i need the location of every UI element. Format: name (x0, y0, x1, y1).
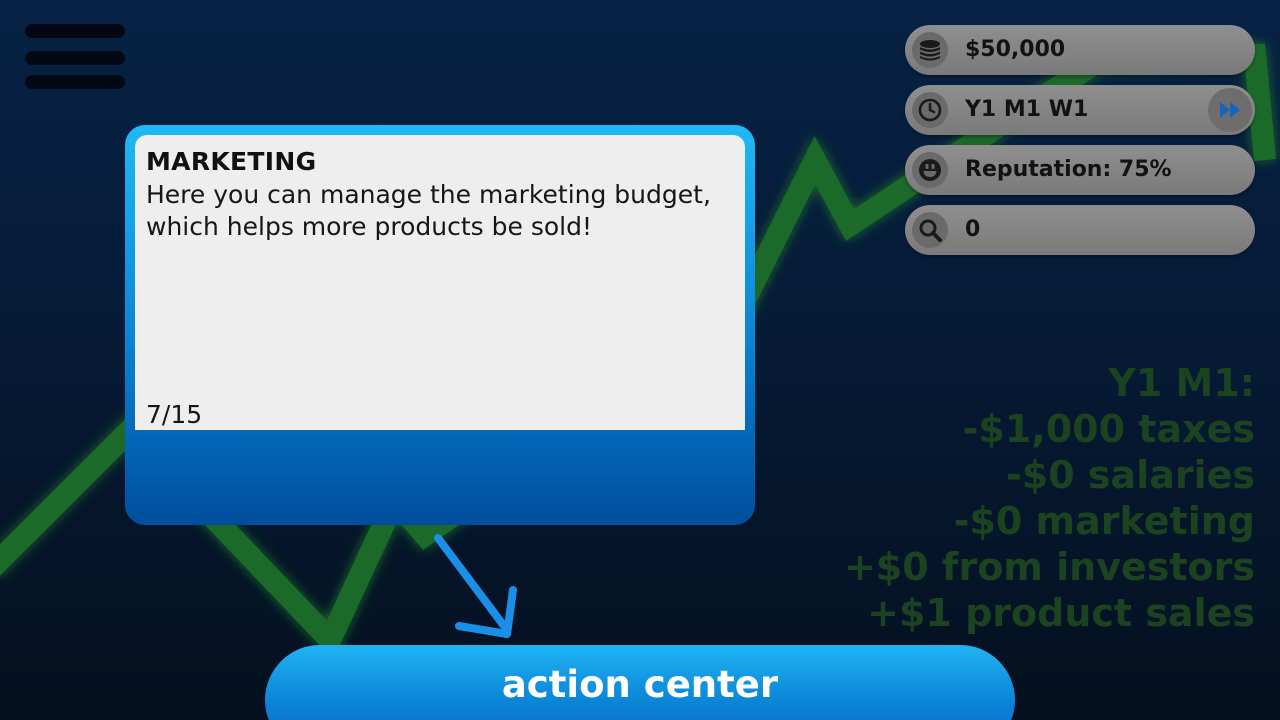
summary-line-marketing: -$0 marketing (953, 499, 1255, 543)
tutorial-title: MARKETING (146, 147, 317, 176)
tutorial-dialog[interactable]: MARKETING Here you can manage the market… (125, 125, 755, 525)
summary-line-salaries: -$0 salaries (1006, 453, 1255, 497)
clock-icon (912, 92, 948, 128)
summary-line-taxes: -$1,000 taxes (962, 407, 1255, 451)
summary-line-investors: +$0 from investors (843, 545, 1255, 589)
hamburger-bar (25, 75, 125, 89)
summary-line-product-sales: +$1 product sales (867, 591, 1255, 635)
action-center-label: action center (501, 663, 779, 706)
hamburger-icon (25, 24, 125, 38)
pointer-arrow-icon (434, 534, 517, 638)
date-value: Y1 M1 W1 (965, 97, 1089, 122)
fast-forward-button[interactable] (1208, 88, 1252, 132)
money-value: $50,000 (965, 37, 1066, 62)
tutorial-panel: MARKETING Here you can manage the market… (135, 135, 745, 430)
reputation-value: Reputation: 75% (965, 157, 1172, 182)
tutorial-step-counter: 7/15 (146, 400, 203, 429)
magnifier-icon (912, 212, 948, 248)
date-display: Y1 M1 W1 (905, 85, 1255, 135)
menu-button[interactable] (25, 24, 125, 92)
reputation-display: Reputation: 75% (905, 145, 1255, 195)
action-center-button[interactable]: action center (265, 645, 1015, 720)
research-value: 0 (965, 217, 981, 242)
hamburger-bar (25, 51, 125, 65)
smiley-icon (912, 152, 948, 188)
coins-icon (912, 32, 948, 68)
tutorial-body: Here you can manage the marketing budget… (146, 180, 711, 241)
fast-forward-icon (1220, 102, 1240, 118)
month-summary-heading: Y1 M1: (1108, 361, 1255, 405)
month-summary: Y1 M1: -$1,000 taxes -$0 salaries -$0 ma… (844, 360, 1255, 636)
money-display: $50,000 (905, 25, 1255, 75)
research-display: 0 (905, 205, 1255, 255)
